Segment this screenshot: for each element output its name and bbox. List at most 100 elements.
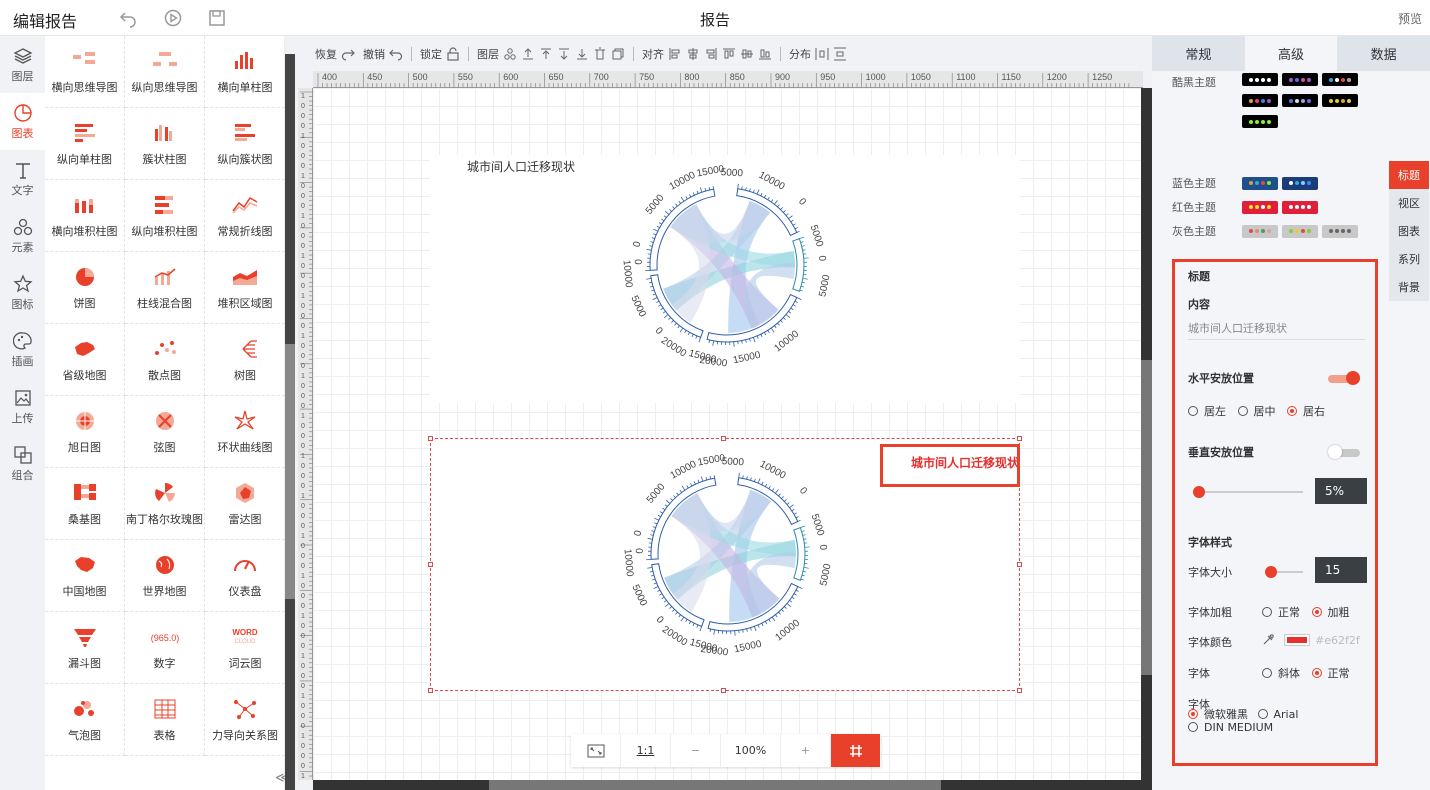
align-tools[interactable]: 对齐: [642, 46, 772, 62]
theme-swatch[interactable]: [1282, 224, 1318, 238]
subtab-series[interactable]: 系列: [1389, 245, 1429, 273]
left-scroll-thumb[interactable]: [285, 344, 295, 599]
font-size-value[interactable]: 15: [1315, 557, 1367, 583]
gallery-item[interactable]: 仪表盘: [205, 540, 285, 612]
resize-handle[interactable]: [1017, 436, 1022, 441]
align-top-icon[interactable]: [722, 47, 736, 61]
gallery-item[interactable]: 簇状柱图: [125, 108, 205, 180]
align-right-radio[interactable]: 居右: [1287, 405, 1325, 418]
align-center-v-icon[interactable]: [740, 47, 754, 61]
v-position-toggle[interactable]: [1328, 445, 1360, 459]
gallery-item[interactable]: 纵向思维导图: [125, 36, 205, 108]
gallery-item[interactable]: WORD CLOUD 词云图: [205, 612, 285, 684]
theme-swatch[interactable]: [1282, 73, 1318, 86]
resize-handle[interactable]: [1017, 562, 1022, 567]
h-position-toggle[interactable]: [1328, 371, 1360, 385]
gallery-item[interactable]: 纵向堆积柱图: [125, 180, 205, 252]
nav-charts[interactable]: 图表: [0, 93, 45, 150]
resize-handle[interactable]: [428, 436, 433, 441]
nav-upload[interactable]: 上传: [0, 378, 45, 435]
gallery-item[interactable]: 环状曲线图: [205, 396, 285, 468]
gallery-item[interactable]: 饼图: [45, 252, 125, 324]
resize-handle[interactable]: [428, 562, 433, 567]
gallery-item[interactable]: 力导向关系图: [205, 684, 285, 756]
weight-normal-radio[interactable]: 正常: [1262, 606, 1300, 619]
theme-swatch[interactable]: [1242, 176, 1278, 190]
bottom-scroll-thumb[interactable]: [489, 780, 941, 790]
font-color-value[interactable]: #e62f2f: [1315, 634, 1360, 647]
theme-swatch[interactable]: [1322, 94, 1358, 107]
align-bottom-icon[interactable]: [758, 47, 772, 61]
gallery-item[interactable]: (965.0) 数字: [125, 612, 205, 684]
gallery-item[interactable]: 纵向单柱图: [45, 108, 125, 180]
family-option[interactable]: DIN MEDIUM: [1188, 721, 1273, 734]
right-scroll-thumb[interactable]: [1141, 360, 1152, 675]
theme-swatch[interactable]: [1322, 73, 1358, 86]
actual-size-button[interactable]: 1:1: [621, 734, 671, 767]
nav-elements[interactable]: 元素: [0, 207, 45, 264]
tab-data[interactable]: 数据: [1337, 36, 1430, 71]
slider-thumb[interactable]: [1193, 486, 1205, 498]
theme-swatch[interactable]: [1282, 200, 1318, 214]
layer-arrange-icon[interactable]: [503, 47, 517, 61]
italic-radio[interactable]: 斜体: [1262, 667, 1300, 680]
theme-swatch[interactable]: [1242, 115, 1278, 128]
gallery-item[interactable]: 横向思维导图: [45, 36, 125, 108]
theme-swatch[interactable]: [1242, 94, 1278, 107]
subtab-chart[interactable]: 图表: [1389, 217, 1429, 245]
layer-tools[interactable]: 图层: [477, 46, 625, 62]
right-scrollbar[interactable]: [1141, 88, 1152, 790]
lock-button[interactable]: 锁定: [420, 46, 460, 62]
left-scrollbar[interactable]: [285, 54, 295, 790]
nav-layers[interactable]: 图层: [0, 36, 45, 93]
weight-bold-radio[interactable]: 加粗: [1311, 606, 1350, 619]
align-center-radio[interactable]: 居中: [1237, 405, 1276, 418]
gallery-item[interactable]: 弦图: [125, 396, 205, 468]
resize-handle[interactable]: [428, 688, 433, 693]
v-position-value[interactable]: 5%: [1315, 478, 1367, 504]
theme-swatch[interactable]: [1242, 73, 1278, 86]
gallery-item[interactable]: 柱线混合图: [125, 252, 205, 324]
gallery-item[interactable]: 桑基图: [45, 468, 125, 540]
title-content-input[interactable]: 城市间人口迁移现状: [1188, 320, 1366, 340]
theme-swatch[interactable]: [1282, 94, 1318, 107]
send-bottom-icon[interactable]: [575, 47, 589, 61]
resize-handle[interactable]: [721, 688, 726, 693]
undo-button[interactable]: 撤销: [363, 46, 403, 62]
gallery-item[interactable]: 雷达图: [205, 468, 285, 540]
gallery-item[interactable]: 旭日图: [45, 396, 125, 468]
tab-general[interactable]: 常规: [1152, 36, 1245, 71]
gallery-item[interactable]: 世界地图: [125, 540, 205, 612]
family-option[interactable]: 微软雅黑: [1188, 708, 1248, 721]
font-color-swatch[interactable]: [1284, 634, 1310, 646]
gallery-item[interactable]: 南丁格尔玫瑰图: [125, 468, 205, 540]
theme-swatch[interactable]: [1322, 224, 1358, 238]
redo-button[interactable]: 恢复: [315, 46, 355, 62]
delete-icon[interactable]: [593, 47, 607, 61]
grid-toggle-button[interactable]: [831, 734, 880, 767]
theme-swatch[interactable]: [1242, 224, 1278, 238]
distribute-tools[interactable]: 分布: [789, 46, 847, 62]
v-position-slider[interactable]: [1193, 491, 1303, 493]
italic-normal-radio[interactable]: 正常: [1311, 667, 1350, 680]
save-icon[interactable]: [207, 8, 227, 28]
gallery-item[interactable]: 散点图: [125, 324, 205, 396]
gallery-item[interactable]: 堆积区域图: [205, 252, 285, 324]
distribute-h-icon[interactable]: [815, 47, 829, 61]
send-backward-icon[interactable]: [557, 47, 571, 61]
preview-button[interactable]: 预览: [1398, 10, 1422, 27]
bring-forward-icon[interactable]: [521, 47, 535, 61]
zoom-out-button[interactable]: −: [671, 734, 721, 767]
gallery-item[interactable]: 常规折线图: [205, 180, 285, 252]
subtab-title[interactable]: 标题: [1389, 161, 1429, 189]
gallery-item[interactable]: 漏斗图: [45, 612, 125, 684]
resize-handle[interactable]: [1017, 688, 1022, 693]
bring-top-icon[interactable]: [539, 47, 553, 61]
fit-screen-button[interactable]: [571, 734, 621, 767]
undo-icon[interactable]: [118, 8, 138, 28]
bottom-scrollbar[interactable]: [313, 780, 1143, 790]
nav-illustrations[interactable]: 插画: [0, 321, 45, 378]
zoom-in-button[interactable]: +: [781, 734, 831, 767]
align-left-radio[interactable]: 居左: [1188, 405, 1226, 418]
slider-thumb[interactable]: [1265, 566, 1277, 578]
